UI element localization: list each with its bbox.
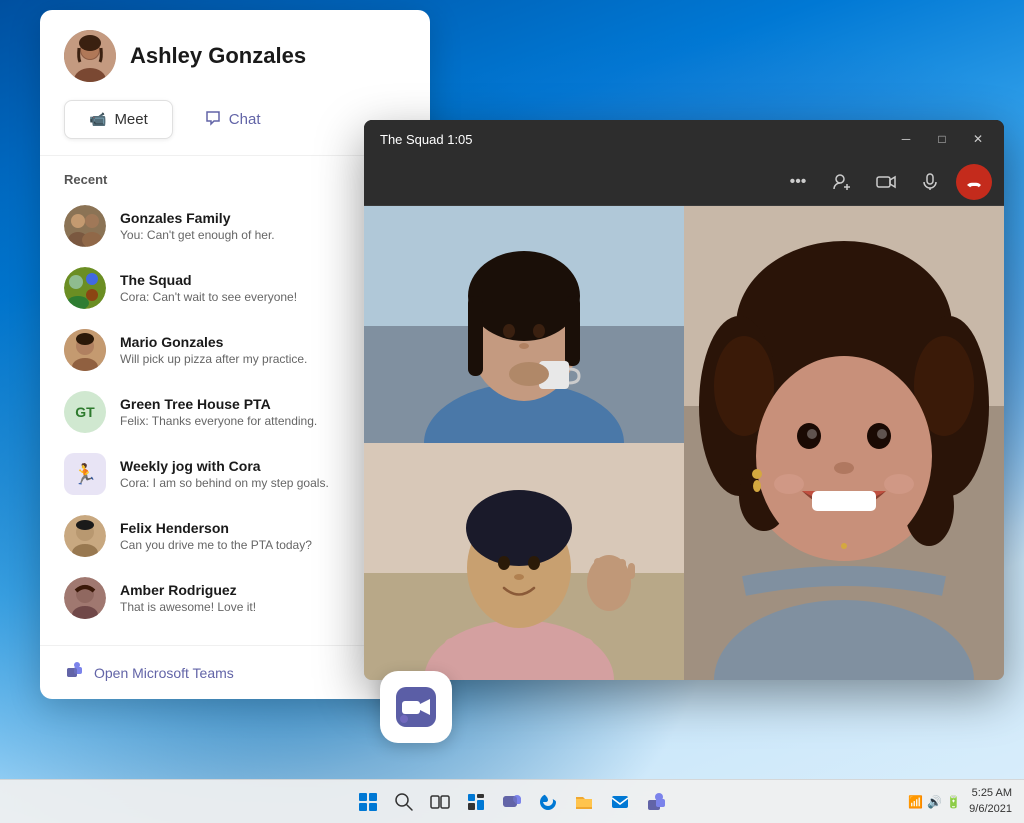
battery-icon: 🔋 — [946, 795, 961, 809]
search-button[interactable] — [389, 787, 419, 817]
mario-avatar — [64, 329, 106, 371]
edge-button[interactable] — [533, 787, 563, 817]
squad-avatar — [64, 267, 106, 309]
taskbar-clock: 5:25 AM 9/6/2021 — [969, 786, 1012, 817]
avatar — [64, 30, 116, 82]
volume-icon: 🔊 — [927, 795, 942, 809]
maximize-button[interactable]: □ — [928, 125, 956, 153]
video-title: The Squad 1:05 — [380, 132, 473, 147]
video-cell-coffee-woman — [364, 206, 684, 443]
more-options-button[interactable]: ••• — [780, 164, 816, 200]
video-titlebar: The Squad 1:05 ─ □ ✕ — [364, 120, 1004, 158]
end-call-button[interactable] — [956, 164, 992, 200]
list-item[interactable]: Mario Gonzales Will pick up pizza after … — [64, 319, 406, 381]
list-item[interactable]: The Squad Cora: Can't wait to see everyo… — [64, 257, 406, 319]
network-icon: 📶 — [908, 795, 923, 809]
taskbar-time-display: 5:25 AM — [969, 786, 1012, 801]
user-avatar-image — [64, 30, 116, 82]
tabs: 📹 Meet Chat — [64, 100, 406, 139]
file-explorer-button[interactable] — [569, 787, 599, 817]
video-toolbar: ••• — [364, 158, 1004, 206]
teams-app-icon[interactable] — [380, 671, 452, 743]
taskbar-right: 📶 🔊 🔋 5:25 AM 9/6/2021 — [908, 786, 1012, 817]
user-info: Ashley Gonzales — [64, 30, 406, 82]
tab-chat-label: Chat — [229, 111, 261, 128]
close-button[interactable]: ✕ — [964, 125, 992, 153]
microphone-button[interactable] — [912, 164, 948, 200]
systray: 📶 🔊 🔋 — [908, 795, 961, 809]
video-icon: 📹 — [89, 111, 106, 128]
taskbar-date-display: 9/6/2021 — [969, 802, 1012, 817]
mail-button[interactable] — [605, 787, 635, 817]
list-item[interactable]: GT Green Tree House PTA Felix: Thanks ev… — [64, 381, 406, 443]
teams-taskbar-button[interactable] — [641, 787, 671, 817]
chat-icon — [205, 110, 221, 129]
minimize-button[interactable]: ─ — [892, 125, 920, 153]
gt-avatar: GT — [64, 391, 106, 433]
teams-icon — [394, 685, 438, 729]
tab-chat[interactable]: Chat — [181, 100, 285, 139]
camera-button[interactable] — [868, 164, 904, 200]
weekly-avatar: 🏃 — [64, 453, 106, 495]
window-controls: ─ □ ✕ — [892, 125, 992, 153]
video-cell-waving-man — [364, 443, 684, 680]
video-window: The Squad 1:05 ─ □ ✕ ••• — [364, 120, 1004, 680]
taskbar: 📶 🔊 🔋 5:25 AM 9/6/2021 — [0, 779, 1024, 823]
list-item[interactable]: Amber Rodriguez That is awesome! Love it… — [64, 567, 406, 629]
list-item[interactable]: Gonzales Family You: Can't get enough of… — [64, 195, 406, 257]
user-name: Ashley Gonzales — [130, 43, 306, 69]
video-cell-smiling-woman — [684, 206, 1004, 680]
chat-taskbar-button[interactable] — [497, 787, 527, 817]
start-button[interactable] — [353, 787, 383, 817]
tab-meet-label: Meet — [114, 111, 147, 128]
list-item[interactable]: 🏃 Weekly jog with Cora Cora: I am so beh… — [64, 443, 406, 505]
tab-meet[interactable]: 📹 Meet — [64, 100, 173, 139]
taskbar-center — [353, 787, 671, 817]
teams-logo-icon — [64, 660, 84, 685]
felix-avatar — [64, 515, 106, 557]
gonzales-family-avatar — [64, 205, 106, 247]
list-item[interactable]: Felix Henderson Can you drive me to the … — [64, 505, 406, 567]
widgets-button[interactable] — [461, 787, 491, 817]
open-teams-label: Open Microsoft Teams — [94, 665, 234, 681]
task-view-button[interactable] — [425, 787, 455, 817]
amber-avatar — [64, 577, 106, 619]
recent-label: Recent — [64, 172, 406, 187]
video-grid — [364, 206, 1004, 680]
add-people-button[interactable] — [824, 164, 860, 200]
